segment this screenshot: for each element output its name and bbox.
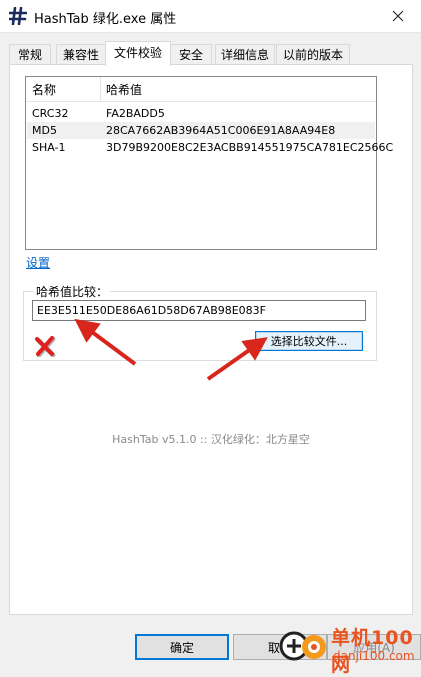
title-bar: HashTab 绿化.exe 属性 <box>0 0 421 33</box>
table-row[interactable]: CRC32 FA2BADD5 <box>27 105 375 122</box>
column-hash[interactable]: 哈希值 <box>106 81 142 98</box>
column-name[interactable]: 名称 <box>32 81 56 98</box>
hash-name: CRC32 <box>32 107 69 120</box>
hash-compare-input[interactable] <box>32 300 366 321</box>
tab-file-hashes[interactable]: 文件校验 <box>105 41 171 66</box>
watermark-url: danji100.com <box>333 649 415 663</box>
hash-name: SHA-1 <box>32 141 66 154</box>
tab-previous-versions[interactable]: 以前的版本 <box>276 44 350 65</box>
version-credit: HashTab v5.1.0 :: 汉化绿化：北方星空 <box>112 433 310 446</box>
hash-compare-label: 哈希值比较： <box>34 283 111 300</box>
close-icon <box>392 10 404 22</box>
table-row[interactable]: SHA-1 3D79B9200E8C2E3ACBB914551975CA781E… <box>27 139 393 156</box>
watermark: 单机100网 danji100.com <box>277 623 417 676</box>
hash-icon <box>9 7 27 25</box>
tab-security[interactable]: 安全 <box>170 44 212 65</box>
column-divider[interactable] <box>100 77 101 101</box>
settings-link[interactable]: 设置 <box>26 254 50 271</box>
tab-details[interactable]: 详细信息 <box>215 44 275 65</box>
hash-list[interactable]: 名称 哈希值 CRC32 FA2BADD5 MD5 28CA7662AB3964… <box>25 76 393 250</box>
hash-list-header: 名称 哈希值 <box>26 77 376 102</box>
table-row[interactable]: MD5 28CA7662AB3964A51C006E91A8AA94E8 <box>27 122 375 139</box>
hash-value: 28CA7662AB3964A51C006E91A8AA94E8 <box>106 124 336 137</box>
red-x-icon <box>35 336 56 357</box>
hash-value: 3D79B9200E8C2E3ACBB914551975CA781EC2566C <box>106 141 394 154</box>
close-button[interactable] <box>375 0 421 32</box>
tab-panel: 名称 哈希值 CRC32 FA2BADD5 MD5 28CA7662AB3964… <box>9 64 413 615</box>
hash-value: FA2BADD5 <box>106 107 165 120</box>
window-title: HashTab 绿化.exe 属性 <box>34 12 177 27</box>
hash-name: MD5 <box>32 124 57 137</box>
tab-general[interactable]: 常规 <box>9 44 51 65</box>
ok-button[interactable]: 确定 <box>135 634 229 660</box>
tab-compatibility[interactable]: 兼容性 <box>56 44 106 65</box>
watermark-logo-icon <box>279 631 326 661</box>
choose-compare-file-button[interactable]: 选择比较文件... <box>255 331 363 351</box>
hash-compare-group: 哈希值比较： 选择比较文件... <box>23 283 377 361</box>
